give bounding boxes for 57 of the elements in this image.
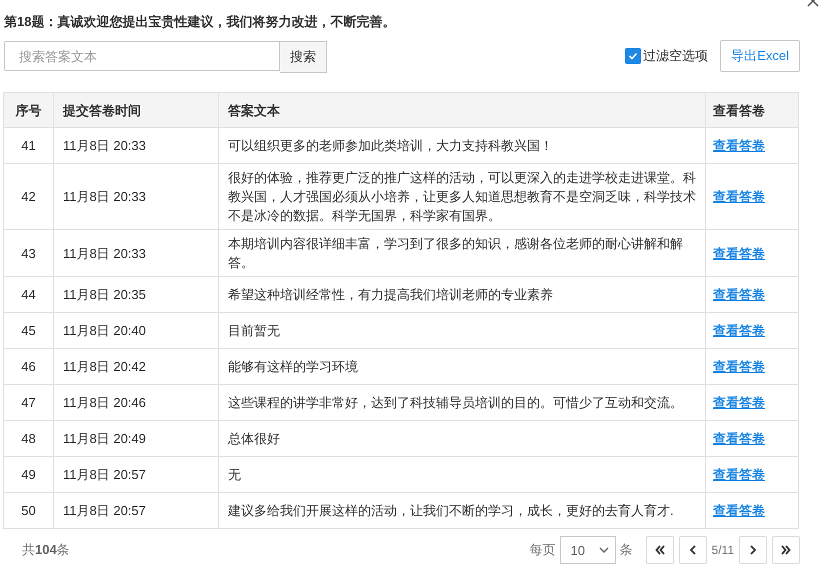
table-cell: 47	[4, 384, 54, 420]
table-cell: 46	[4, 348, 54, 384]
prev-page-button[interactable]	[678, 536, 707, 564]
per-page-select[interactable]: 10	[560, 536, 616, 564]
table-cell: 11月8日 20:40	[54, 312, 218, 348]
table-cell: 希望这种培训经常性，有力提高我们培训老师的专业素养	[218, 276, 706, 312]
question-title: 第18题：真诚欢迎您提出宝贵性建议，我们将努力改进，不断完善。	[4, 13, 396, 31]
table-cell: 无	[218, 456, 706, 492]
table-cell: 41	[4, 128, 54, 164]
table-cell: 总体很好	[218, 420, 706, 456]
column-header: 答案文本	[218, 92, 706, 128]
search-button[interactable]: 搜索	[280, 41, 327, 73]
table-cell: 49	[4, 456, 54, 492]
table-cell: 11月8日 20:49	[54, 420, 218, 456]
column-header: 提交答卷时间	[54, 92, 218, 128]
table-cell: 42	[4, 164, 54, 230]
view-link[interactable]: 查看答卷	[713, 189, 765, 204]
table-cell: 44	[4, 276, 54, 312]
table-cell: 11月8日 20:57	[54, 456, 218, 492]
double-chevron-left-icon	[654, 545, 665, 555]
next-page-button[interactable]	[739, 536, 767, 564]
column-header: 序号	[4, 92, 54, 128]
table-cell: 11月8日 20:33	[54, 230, 218, 276]
table-cell: 建议多给我们开展这样的活动，让我们不断的学习，成长，更好的去育人育才.	[218, 492, 706, 528]
table-cell: 11月8日 20:57	[54, 492, 218, 528]
view-link[interactable]: 查看答卷	[713, 246, 765, 260]
table-cell: 45	[4, 312, 54, 348]
table-cell: 11月8日 20:46	[54, 384, 218, 420]
table-cell: 很好的体验，推荐更广泛的推广这样的活动，可以更深入的走进学校走进课堂。科教兴国，人才强国必须从小培养，让更多人知道思想教育不是空洞乏味，科学技术不是冰冷的数据。科学无国界，科学家有国界。	[218, 164, 706, 230]
chevron-left-icon	[688, 545, 698, 555]
table-cell: 43	[4, 230, 54, 276]
page-indicator: 5/11	[712, 543, 734, 557]
table-cell: 这些课程的讲学非常好，达到了科技辅导员培训的目的。可惜少了互动和交流。	[218, 384, 706, 420]
table-cell: 11月8日 20:35	[54, 276, 218, 312]
check-icon	[628, 51, 638, 61]
total-count: 共104条	[22, 541, 70, 559]
caret-icon	[598, 547, 609, 553]
unit-label: 条	[620, 541, 633, 559]
column-header: 查看答卷	[706, 92, 798, 128]
table-cell: 11月8日 20:42	[54, 348, 218, 384]
table-cell: 50	[4, 492, 54, 528]
table-cell: 目前暂无	[218, 312, 706, 348]
double-chevron-right-icon	[781, 545, 791, 555]
filter-label: 过滤空选项	[643, 47, 708, 65]
per-page-label: 每页	[530, 541, 556, 559]
chevron-right-icon	[748, 545, 758, 555]
search-field[interactable]: 搜索答案文本	[4, 41, 280, 71]
filter-checkbox[interactable]	[625, 48, 642, 64]
last-page-button[interactable]	[772, 536, 800, 564]
table-cell: 能够有这样的学习环境	[218, 348, 706, 384]
first-page-button[interactable]	[646, 536, 674, 564]
table-cell: 48	[4, 420, 54, 456]
export-button[interactable]: 导出Excel	[720, 40, 800, 72]
table-cell: 可以组织更多的老师参加此类培训，大力支持科教兴国！	[218, 128, 706, 164]
table-cell: 本期培训内容很详细丰富，学习到了很多的知识，感谢各位老师的耐心讲解和解答。	[218, 230, 706, 276]
table-cell: 11月8日 20:33	[54, 128, 218, 164]
table-cell: 11月8日 20:33	[54, 164, 218, 230]
